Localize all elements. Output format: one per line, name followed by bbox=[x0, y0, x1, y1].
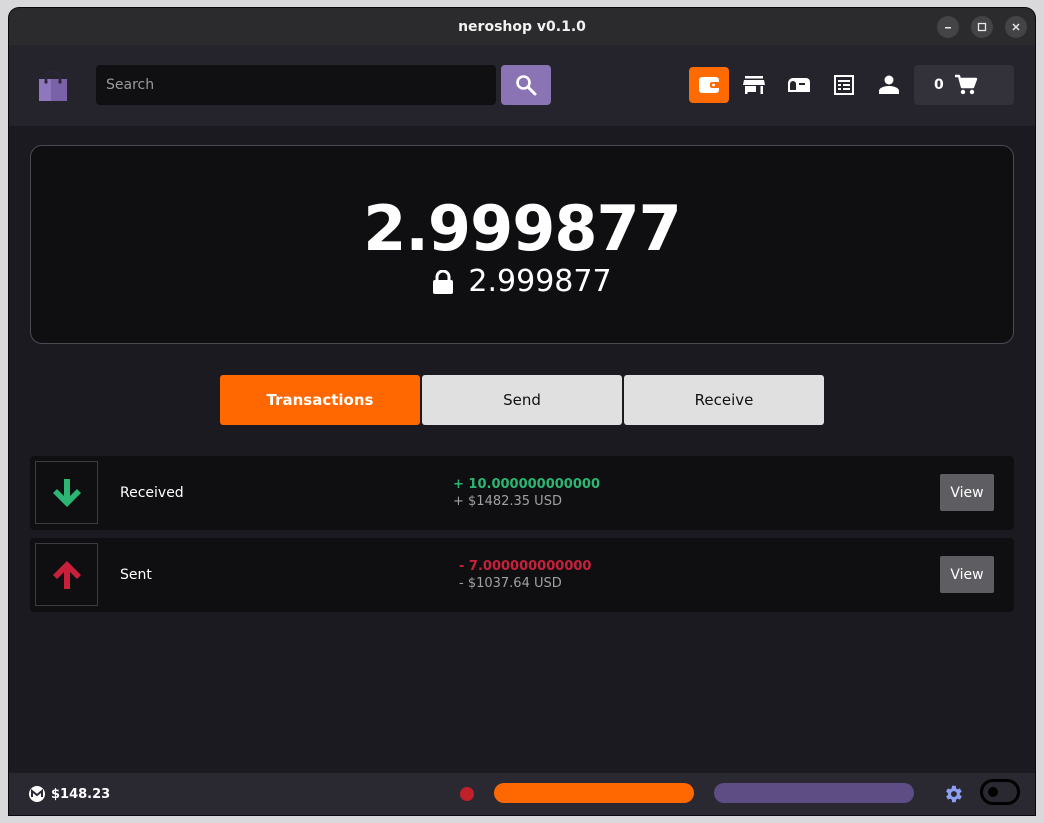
balance-card: 2.999877 2.999877 bbox=[30, 145, 1014, 344]
received-arrow-icon bbox=[35, 461, 98, 524]
transaction-type: Received bbox=[120, 485, 184, 501]
monero-icon bbox=[29, 786, 45, 802]
search-button[interactable] bbox=[501, 65, 551, 105]
minimize-icon bbox=[945, 27, 951, 29]
tab-receive[interactable]: Receive bbox=[624, 375, 824, 425]
wallet-icon bbox=[699, 77, 720, 93]
nav-mailbox-button[interactable] bbox=[779, 67, 819, 103]
transaction-usd: + $1482.35 USD bbox=[453, 494, 562, 509]
title-bar: neroshop v0.1.0 bbox=[9, 8, 1035, 45]
toggle-knob bbox=[988, 787, 998, 797]
view-transaction-button[interactable]: View bbox=[940, 556, 994, 593]
search-input[interactable] bbox=[96, 65, 496, 105]
nav-wallet-button[interactable] bbox=[689, 67, 729, 103]
tab-send-label: Send bbox=[503, 391, 541, 409]
tab-send[interactable]: Send bbox=[422, 375, 622, 425]
sync-progress-fill bbox=[494, 783, 694, 803]
view-transaction-button[interactable]: View bbox=[940, 474, 994, 511]
sync-progress-bar bbox=[494, 783, 694, 803]
transaction-row: Received + 10.000000000000 + $1482.35 US… bbox=[30, 456, 1014, 530]
tab-transactions-label: Transactions bbox=[266, 391, 374, 409]
xmr-price: $148.23 bbox=[29, 773, 110, 815]
status-bar: $148.23 bbox=[9, 773, 1035, 815]
tab-transactions[interactable]: Transactions bbox=[220, 375, 420, 425]
transaction-amounts: - 7.000000000000 - $1037.64 USD bbox=[459, 558, 719, 592]
daemon-progress-fill bbox=[714, 783, 914, 803]
transaction-amount: + 10.000000000000 bbox=[453, 477, 600, 492]
app-window: neroshop v0.1.0 Search 0 2.999877 2.9998… bbox=[9, 8, 1035, 815]
sent-arrow-icon bbox=[35, 543, 98, 606]
nav-account-button[interactable] bbox=[869, 67, 909, 103]
neroshop-logo-icon[interactable] bbox=[37, 69, 69, 103]
cart-count: 0 bbox=[934, 77, 944, 93]
daemon-progress-bar bbox=[714, 783, 914, 803]
account-icon bbox=[879, 75, 899, 94]
transaction-type: Sent bbox=[120, 567, 152, 583]
store-icon bbox=[743, 76, 765, 94]
orders-icon bbox=[834, 75, 854, 95]
tab-receive-label: Receive bbox=[694, 391, 754, 409]
nav-store-button[interactable] bbox=[734, 67, 774, 103]
locked-balance-row: 2.999877 bbox=[31, 264, 1013, 299]
mailbox-icon bbox=[788, 78, 810, 92]
close-button[interactable] bbox=[1005, 16, 1027, 38]
lock-icon bbox=[432, 269, 454, 294]
window-title: neroshop v0.1.0 bbox=[458, 18, 586, 35]
locked-balance: 2.999877 bbox=[468, 264, 612, 299]
minimize-button[interactable] bbox=[937, 16, 959, 38]
gear-icon bbox=[946, 785, 962, 803]
transaction-amounts: + 10.000000000000 + $1482.35 USD bbox=[453, 476, 713, 510]
cart-icon bbox=[954, 74, 978, 96]
search-icon bbox=[516, 75, 537, 96]
settings-button[interactable] bbox=[942, 783, 964, 805]
header: 0 bbox=[9, 45, 1035, 126]
transaction-usd: - $1037.64 USD bbox=[459, 576, 562, 591]
xmr-price-value: $148.23 bbox=[51, 786, 111, 802]
transaction-amount: - 7.000000000000 bbox=[459, 559, 592, 574]
connection-status-indicator bbox=[460, 787, 474, 801]
cart-button[interactable]: 0 bbox=[914, 65, 1014, 105]
maximize-button[interactable] bbox=[971, 16, 993, 38]
close-icon bbox=[1012, 23, 1020, 31]
transaction-row: Sent - 7.000000000000 - $1037.64 USD Vie… bbox=[30, 538, 1014, 612]
theme-toggle[interactable] bbox=[980, 779, 1020, 805]
unlocked-balance: 2.999877 bbox=[363, 192, 682, 265]
nav-orders-button[interactable] bbox=[824, 67, 864, 103]
maximize-icon bbox=[977, 22, 987, 32]
